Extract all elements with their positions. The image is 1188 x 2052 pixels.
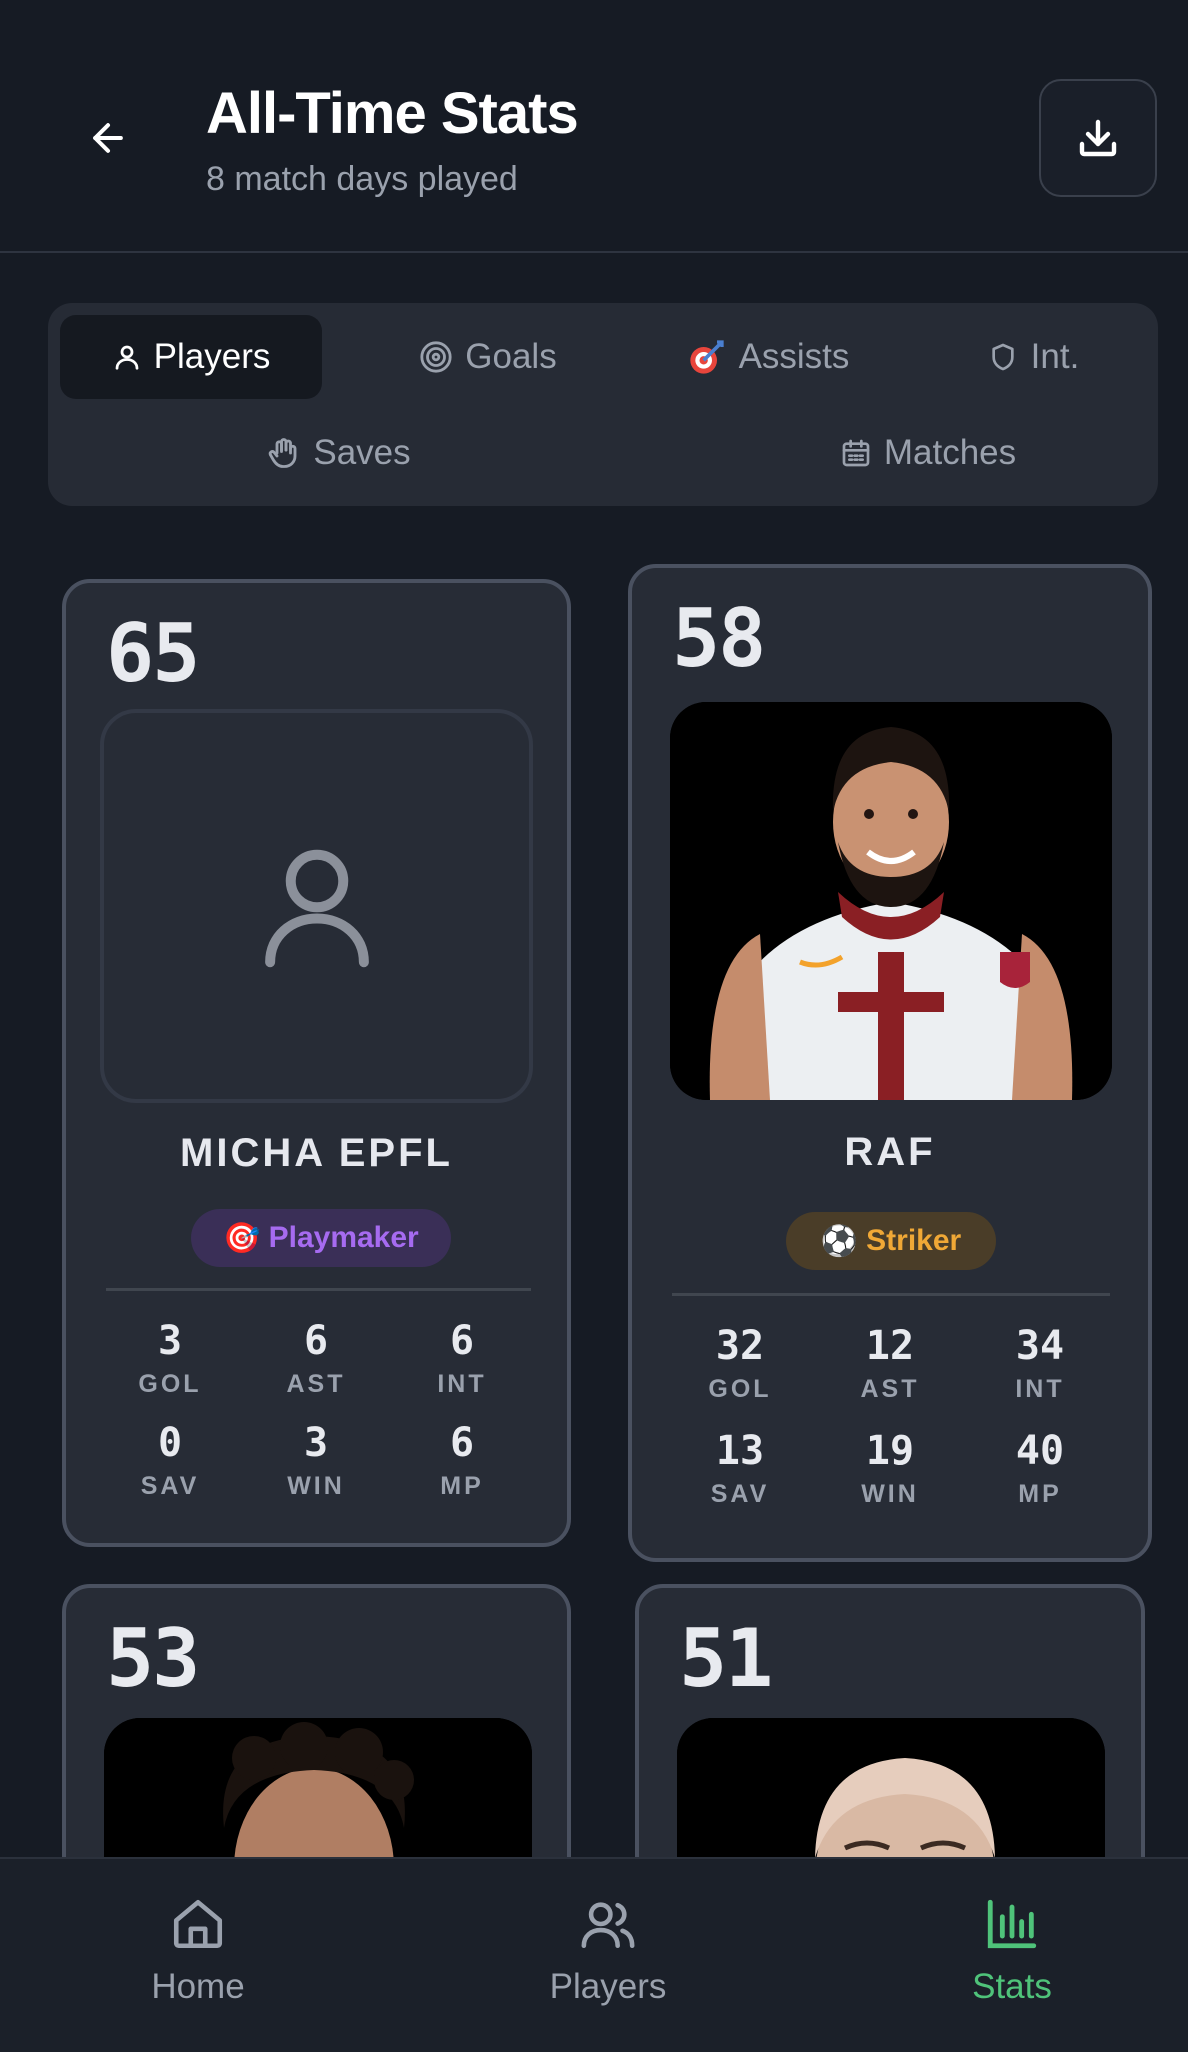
stat-value: 3 <box>303 1420 329 1466</box>
user-icon <box>264 849 369 968</box>
divider <box>106 1288 531 1291</box>
stat-label: WIN <box>861 1480 919 1508</box>
page-subtitle: 8 match days played <box>206 160 518 198</box>
dart-icon: 🎯 <box>223 1221 261 1255</box>
stat-value: 13 <box>715 1428 765 1474</box>
stat-value: 32 <box>715 1323 765 1369</box>
download-button[interactable] <box>1039 79 1157 197</box>
calendar-icon <box>842 439 870 467</box>
page-title: All-Time Stats <box>206 81 579 146</box>
badge-label: Striker <box>866 1224 962 1257</box>
download-icon <box>1079 119 1117 157</box>
hand-icon <box>269 438 297 468</box>
stat-mp: 40 MP <box>980 1428 1100 1509</box>
tab-assists[interactable]: Assists <box>638 315 898 399</box>
tab-label: Int. <box>1030 337 1080 376</box>
stat-win: 19 WIN <box>830 1428 950 1509</box>
stat-value: 0 <box>157 1420 183 1466</box>
nav-home[interactable]: Home <box>98 1895 298 2007</box>
stat-win: 3 WIN <box>256 1420 376 1501</box>
stat-label: GOL <box>138 1370 202 1398</box>
nav-label: Home <box>151 1967 245 2006</box>
tab-label: Players <box>153 337 271 376</box>
stat-ast: 6 AST <box>256 1318 376 1399</box>
stat-value: 12 <box>865 1323 915 1369</box>
stat-int: 6 INT <box>402 1318 522 1399</box>
stat-int: 34 INT <box>980 1323 1100 1404</box>
stat-mp: 6 MP <box>402 1420 522 1501</box>
tab-matches[interactable]: Matches <box>778 411 1078 495</box>
stat-value: 6 <box>303 1318 329 1364</box>
bar-chart-icon <box>987 1899 1037 1949</box>
stat-label: MP <box>1018 1480 1062 1508</box>
stat-label: WIN <box>287 1472 345 1500</box>
player-name: RAF <box>844 1130 936 1174</box>
stat-gol: 3 GOL <box>110 1318 230 1399</box>
stat-label: SAV <box>710 1480 770 1508</box>
tab-label: Goals <box>465 337 557 376</box>
nav-stats[interactable]: Stats <box>912 1895 1112 2007</box>
divider <box>672 1293 1110 1296</box>
header: All-Time Stats 8 match days played <box>0 0 1188 253</box>
stat-sav: 0 SAV <box>110 1420 230 1501</box>
arrow-left-icon <box>93 123 123 153</box>
role-badge: ⚽ Striker <box>786 1212 996 1270</box>
nav-players[interactable]: Players <box>508 1895 708 2007</box>
tab-players[interactable]: Players <box>60 315 322 399</box>
stats-page: All-Time Stats 8 match days played Playe… <box>0 0 1188 2052</box>
users-icon <box>581 1902 635 1949</box>
dart-icon <box>689 340 724 374</box>
back-button[interactable] <box>80 110 136 166</box>
stats-tabs: Players Goals Assists Int. Saves Matches <box>48 303 1158 506</box>
stat-value: 6 <box>449 1318 475 1364</box>
shield-icon <box>992 343 1014 371</box>
target-icon <box>420 341 452 373</box>
tab-label: Assists <box>738 337 850 376</box>
tab-goals[interactable]: Goals <box>358 315 618 399</box>
stat-ast: 12 AST <box>830 1323 950 1404</box>
stat-value: 6 <box>449 1420 475 1466</box>
stat-label: INT <box>437 1370 487 1398</box>
stat-value: 40 <box>1015 1428 1065 1474</box>
tab-interceptions[interactable]: Int. <box>928 315 1138 399</box>
stat-label: INT <box>1015 1375 1065 1403</box>
stat-value: 3 <box>157 1318 183 1364</box>
stat-value: 34 <box>1015 1323 1065 1369</box>
player-card[interactable]: 65 MICHA EPFL 🎯 Playmaker 3 GOL 6 AST 6 … <box>62 579 571 1547</box>
badge-label: Playmaker <box>268 1221 419 1254</box>
player-rating: 53 <box>106 1612 200 1705</box>
player-rating: 51 <box>679 1612 773 1705</box>
avatar-placeholder <box>100 709 533 1103</box>
bottom-nav: Home Players Stats <box>0 1857 1188 2052</box>
role-badge: 🎯 Playmaker <box>191 1209 451 1267</box>
stat-sav: 13 SAV <box>680 1428 800 1509</box>
player-card[interactable]: 58 RAF ⚽ Striker 32 GOL 12 AST 34 INT 13… <box>628 564 1152 1562</box>
stat-gol: 32 GOL <box>680 1323 800 1404</box>
soccer-ball-icon: ⚽ <box>820 1224 859 1258</box>
stat-label: GOL <box>708 1375 772 1403</box>
player-rating: 58 <box>672 592 766 685</box>
tab-label: Matches <box>883 433 1017 472</box>
stat-value: 19 <box>865 1428 915 1474</box>
user-icon <box>115 345 139 370</box>
player-rating: 65 <box>106 607 200 700</box>
tab-label: Saves <box>313 433 411 472</box>
stat-label: AST <box>860 1375 920 1403</box>
player-name: MICHA EPFL <box>180 1131 453 1175</box>
player-photo <box>670 702 1112 1100</box>
stat-label: MP <box>440 1472 484 1500</box>
stat-label: AST <box>286 1370 346 1398</box>
tab-saves[interactable]: Saves <box>198 411 478 495</box>
nav-label: Stats <box>972 1967 1052 2006</box>
stat-label: SAV <box>140 1472 200 1500</box>
player-photo-illustration <box>670 702 1112 1100</box>
home-icon <box>173 1899 223 1949</box>
nav-label: Players <box>549 1967 667 2006</box>
